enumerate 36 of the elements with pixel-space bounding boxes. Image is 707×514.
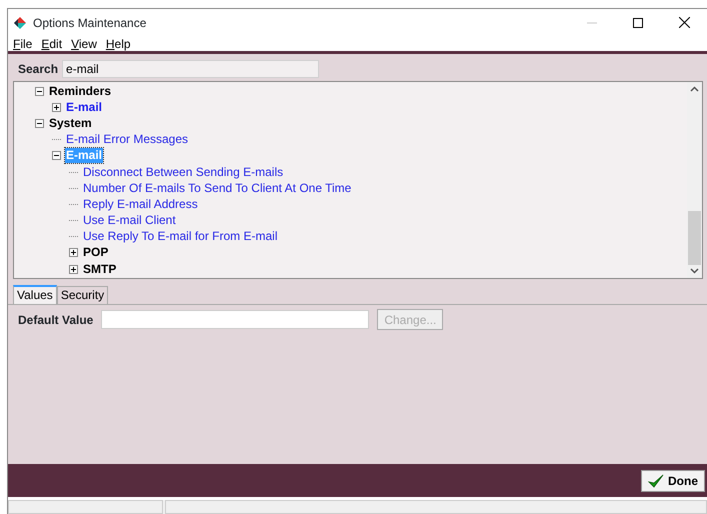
- expand-icon[interactable]: [69, 264, 78, 274]
- maximize-icon: [633, 18, 643, 28]
- menu-item[interactable]: View: [68, 36, 103, 51]
- scroll-thumb[interactable]: [688, 211, 701, 265]
- menu-item[interactable]: Edit: [38, 36, 68, 51]
- tree-node[interactable]: E-mail: [65, 100, 104, 115]
- tree-node[interactable]: POP: [82, 245, 110, 260]
- option-item[interactable]: Number Of E-mails To Send To Client At One Time: [82, 180, 352, 196]
- default-value-label: Default Value: [18, 312, 94, 328]
- menu-item[interactable]: Help: [102, 36, 137, 51]
- search-label: Search: [18, 61, 58, 78]
- expand-icon[interactable]: [52, 102, 61, 112]
- done-button[interactable]: Done: [641, 470, 705, 492]
- window-title: Options Maintenance: [33, 14, 146, 32]
- collapse-icon[interactable]: [35, 86, 44, 96]
- app-logo-icon: [13, 16, 27, 30]
- option-item[interactable]: Use E-mail Client: [82, 213, 177, 228]
- search-field[interactable]: e-mail: [62, 60, 320, 78]
- option-item[interactable]: E-mail Error Messages: [65, 132, 190, 148]
- collapse-icon[interactable]: [52, 151, 61, 160]
- scroll-up-icon[interactable]: [690, 86, 699, 92]
- option-item[interactable]: Use Reply To E-mail for From E-mail: [82, 229, 278, 244]
- tree-node[interactable]: System: [48, 116, 93, 131]
- scroll-down-icon[interactable]: [690, 268, 699, 274]
- tab[interactable]: Security: [56, 286, 108, 304]
- option-item[interactable]: Reply E-mail Address: [82, 196, 199, 212]
- expand-icon[interactable]: [69, 248, 78, 258]
- checkmark-icon: [648, 474, 664, 488]
- default-value-field[interactable]: [101, 310, 370, 329]
- tab[interactable]: Values: [13, 285, 57, 304]
- collapse-icon[interactable]: [35, 118, 44, 128]
- menu-item[interactable]: File: [10, 36, 38, 51]
- option-item[interactable]: Disconnect Between Sending E-mails: [82, 164, 284, 180]
- close-icon: [678, 17, 690, 28]
- tree-node[interactable]: Reminders: [48, 84, 112, 99]
- tree-node[interactable]: SMTP: [82, 262, 118, 277]
